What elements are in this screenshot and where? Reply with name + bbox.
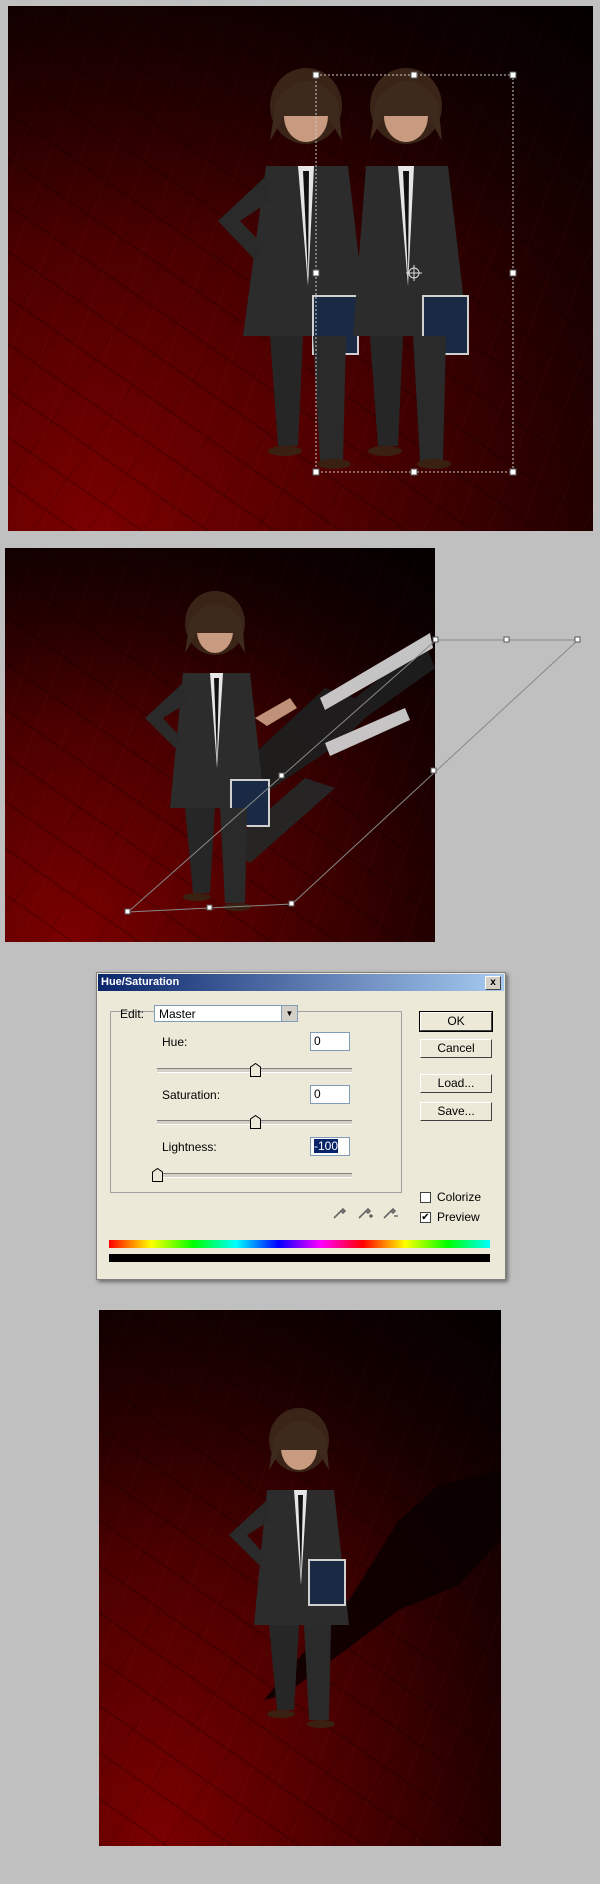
eyedropper-minus-icon[interactable] bbox=[381, 1203, 399, 1221]
saturation-input[interactable]: 0 bbox=[310, 1085, 350, 1104]
close-icon[interactable]: x bbox=[485, 976, 501, 990]
saturation-slider-thumb[interactable] bbox=[249, 1115, 261, 1129]
canvas-step-2 bbox=[5, 548, 435, 942]
transform-handle[interactable] bbox=[410, 71, 418, 79]
lightness-slider-track[interactable] bbox=[157, 1173, 352, 1178]
preview-checkbox[interactable]: ✔ bbox=[420, 1212, 431, 1223]
load-button[interactable]: Load... bbox=[420, 1074, 492, 1093]
step2-artwork bbox=[145, 591, 435, 911]
hue-slider-thumb[interactable] bbox=[249, 1063, 261, 1077]
canvas-final-result bbox=[99, 1310, 501, 1846]
save-button[interactable]: Save... bbox=[420, 1102, 492, 1121]
hue-input[interactable]: 0 bbox=[310, 1032, 350, 1051]
transform-handle[interactable] bbox=[509, 71, 517, 79]
lightness-value: -100 bbox=[314, 1139, 339, 1153]
chevron-down-icon[interactable]: ▼ bbox=[281, 1006, 297, 1021]
hue-saturation-dialog: Hue/Saturation x Edit: Master ▼ Hue: 0 S… bbox=[96, 972, 506, 1280]
saturation-value: 0 bbox=[314, 1087, 321, 1101]
transform-handle[interactable] bbox=[312, 71, 320, 79]
businessman-figure bbox=[145, 591, 270, 911]
lightness-label: Lightness: bbox=[162, 1140, 217, 1154]
final-artwork bbox=[229, 1408, 501, 1728]
checkmark-icon: ✔ bbox=[421, 1212, 430, 1223]
eyedropper-icon[interactable] bbox=[331, 1203, 349, 1221]
output-color-spectrum-bar bbox=[109, 1254, 490, 1262]
ok-button[interactable]: OK bbox=[419, 1011, 493, 1032]
input-color-spectrum-bar bbox=[109, 1240, 490, 1248]
skew-handle[interactable] bbox=[503, 636, 510, 643]
transform-handle[interactable] bbox=[410, 468, 418, 476]
transform-handle[interactable] bbox=[509, 269, 517, 277]
edit-select-value: Master bbox=[159, 1007, 196, 1021]
hue-label: Hue: bbox=[162, 1035, 188, 1049]
preview-label: Preview bbox=[437, 1210, 480, 1224]
transform-handle[interactable] bbox=[312, 468, 320, 476]
dialog-title: Hue/Saturation bbox=[101, 976, 180, 988]
businessman-figure bbox=[218, 68, 368, 469]
edit-select[interactable]: Master ▼ bbox=[154, 1005, 298, 1022]
skew-handle[interactable] bbox=[574, 636, 581, 643]
hue-value: 0 bbox=[314, 1034, 321, 1048]
businessman-duplicate-figure bbox=[353, 68, 469, 469]
transform-handle[interactable] bbox=[312, 269, 320, 277]
transform-handle[interactable] bbox=[509, 468, 517, 476]
saturation-label: Saturation: bbox=[162, 1088, 221, 1102]
colorize-label: Colorize bbox=[437, 1190, 482, 1204]
edit-groupbox bbox=[110, 1011, 402, 1193]
colorize-checkbox[interactable] bbox=[420, 1192, 431, 1203]
step1-artwork bbox=[218, 68, 517, 476]
cancel-button[interactable]: Cancel bbox=[420, 1039, 492, 1058]
lightness-input[interactable]: -100 bbox=[310, 1137, 350, 1156]
canvas-step-1 bbox=[8, 6, 593, 531]
eyedropper-plus-icon[interactable] bbox=[356, 1203, 374, 1221]
dialog-titlebar[interactable]: Hue/Saturation x bbox=[98, 974, 504, 991]
edit-label: Edit: bbox=[120, 1007, 145, 1021]
businessman-figure bbox=[229, 1408, 349, 1728]
lightness-slider-thumb[interactable] bbox=[152, 1168, 163, 1182]
